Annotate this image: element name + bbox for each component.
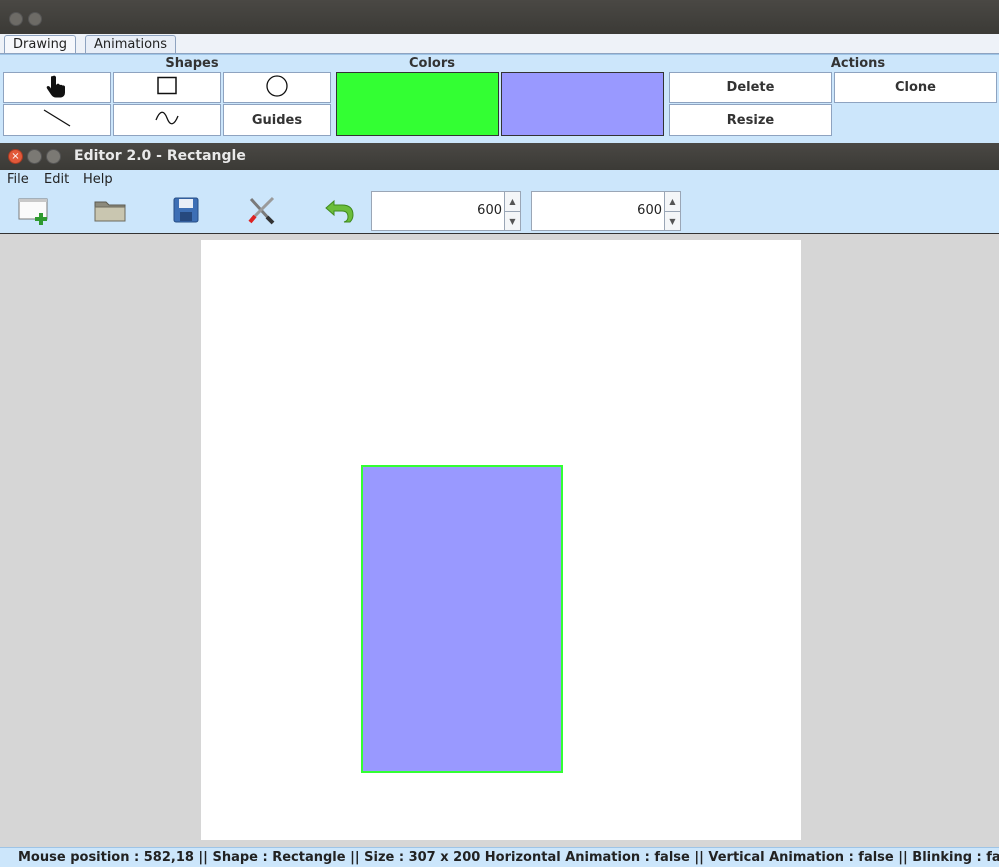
tab-animations[interactable]: Animations [85,35,177,54]
open-folder-icon [93,196,127,228]
select-hand-icon [44,73,70,103]
tools-icon [246,194,278,230]
palette-close-button[interactable] [9,12,23,26]
editor-maximize-icon[interactable] [46,149,61,164]
menu-file[interactable]: File [7,170,29,189]
fill-color-swatch[interactable] [501,72,664,136]
spinner-up-icon[interactable]: ▲ [505,192,520,211]
spinner-down-icon[interactable]: ▼ [665,211,680,231]
circle-icon [265,74,289,102]
palette-titlebar [0,0,999,34]
colors-group-title: Colors [408,56,455,71]
rectangle-tool-button[interactable] [113,72,221,103]
width-value: 600 [477,203,502,218]
undo-icon [322,195,354,229]
menu-help[interactable]: Help [83,170,113,189]
resize-button[interactable]: Resize [669,104,832,136]
rectangle-shape[interactable] [361,465,563,773]
height-value: 600 [637,203,662,218]
width-spinner[interactable]: 600 ▲ ▼ [371,191,521,231]
delete-button[interactable]: Delete [669,72,832,103]
tab-drawing[interactable]: Drawing [4,35,77,54]
actions-group-title: Actions [830,56,886,71]
save-button[interactable] [166,192,206,232]
line-icon [42,108,72,132]
editor-close-icon[interactable]: × [8,149,23,164]
border-color-swatch[interactable] [336,72,499,136]
guides-button[interactable]: Guides [223,104,331,136]
editor-minimize-icon[interactable] [27,149,42,164]
drawing-canvas[interactable] [201,240,801,840]
menubar [0,170,999,189]
select-tool-button[interactable] [3,72,111,103]
clone-button[interactable]: Clone [834,72,997,103]
palette-minimize-button[interactable] [28,12,42,26]
window-title: Editor 2.0 - Rectangle [74,148,246,164]
undo-button[interactable] [318,192,358,232]
new-document-button[interactable] [14,192,54,232]
circle-tool-button[interactable] [223,72,331,103]
line-tool-button[interactable] [3,104,111,136]
spinner-down-icon[interactable]: ▼ [505,211,520,231]
height-spinner-arrows[interactable]: ▲ ▼ [664,192,680,230]
height-spinner[interactable]: 600 ▲ ▼ [531,191,681,231]
menu-edit[interactable]: Edit [44,170,69,189]
rectangle-icon [156,76,178,100]
width-spinner-arrows[interactable]: ▲ ▼ [504,192,520,230]
spinner-up-icon[interactable]: ▲ [665,192,680,211]
open-button[interactable] [90,192,130,232]
curve-icon [154,110,180,130]
tools-button[interactable] [242,192,282,232]
curve-tool-button[interactable] [113,104,221,136]
status-bar: Mouse position : 582,18 || Shape : Recta… [0,847,999,867]
save-icon [172,196,200,228]
shapes-group-title: Shapes [165,56,219,71]
new-document-icon [16,193,52,231]
